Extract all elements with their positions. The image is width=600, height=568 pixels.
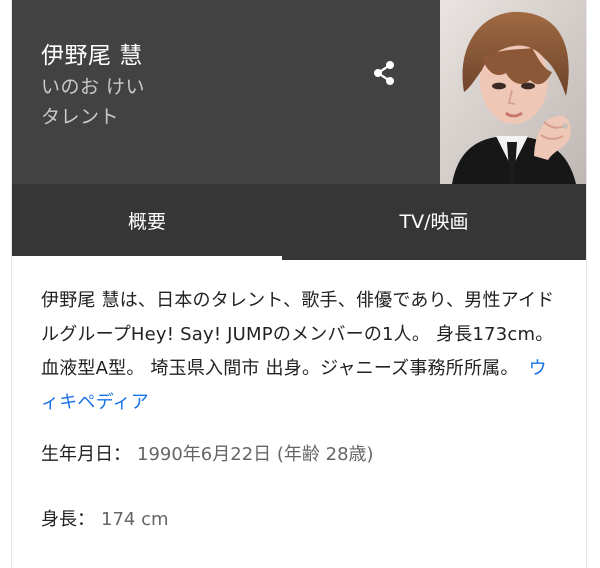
fact-value-birth-date: 1990年6月22日 (年齢 28歳) [137,444,374,465]
entity-name: 伊野尾 慧 [41,43,143,69]
panel-content: 伊野尾 慧は、日本のタレント、歌手、俳優であり、男性アイドルグループHey! S… [41,284,561,530]
tab-tv-movies[interactable]: TV/映画 [282,184,586,260]
panel-header: 伊野尾 慧 いのお けい タレント [12,0,586,184]
tab-overview[interactable]: 概要 [12,184,282,260]
fact-label-height: 身長： [41,509,95,530]
fact-label-birth-date: 生年月日： [41,444,131,465]
page: 伊野尾 慧 いのお けい タレント 概要 TV/映画 伊野尾 慧は、日本のタレン… [0,0,600,568]
description-paragraph: 伊野尾 慧は、日本のタレント、歌手、俳優であり、男性アイドルグループHey! S… [41,284,561,420]
selected-tab-indicator [12,256,282,260]
fact-value-height: 174 cm [101,509,169,530]
entity-occupation: タレント [41,106,120,128]
entity-reading: いのお けい [41,76,146,98]
header-text: 伊野尾 慧 いのお けい タレント [41,40,145,132]
share-icon[interactable] [369,58,399,88]
fact-birth-date: 生年月日： 1990年6月22日 (年齢 28歳) [41,440,374,466]
knowledge-panel: 伊野尾 慧 いのお けい タレント 概要 TV/映画 伊野尾 慧は、日本のタレン… [12,0,586,568]
fact-height: 身長： 174 cm [41,505,169,531]
description-text: 伊野尾 慧は、日本のタレント、歌手、俳優であり、男性アイドルグループHey! S… [41,290,555,379]
tab-bar: 概要 TV/映画 [12,184,586,260]
entity-photo[interactable] [440,0,586,184]
